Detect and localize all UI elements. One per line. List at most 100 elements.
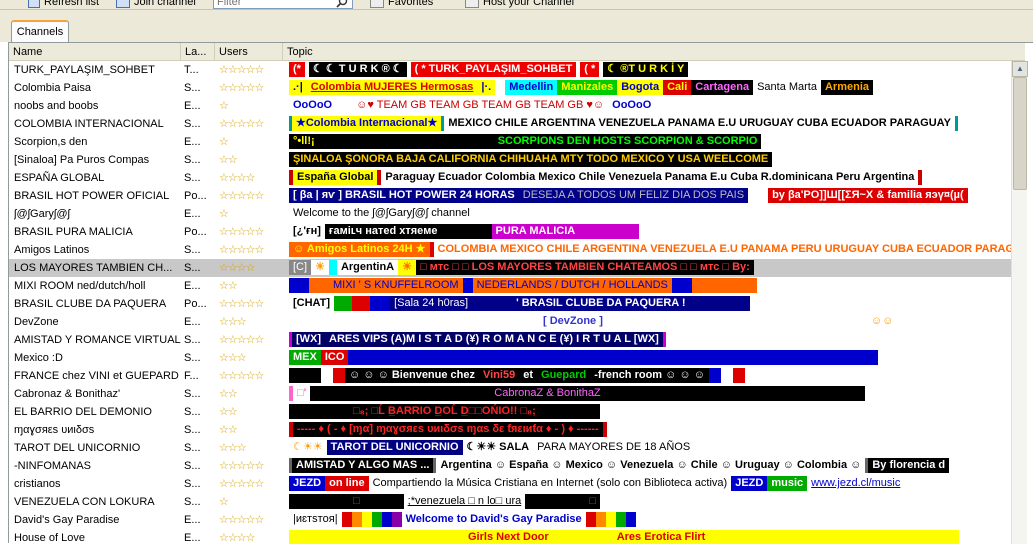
table-row[interactable]: LOS MAYORES TAMBIEN CH... S... ☆☆☆☆ [C] ☀ Arg… (9, 259, 1011, 277)
table-row[interactable]: noobs and boobs E... ☆ OoOoO ☺♥ TEAM GB TEAM… (9, 97, 1011, 115)
table-row[interactable]: Mexico :D S... ☆☆☆ MEX ICO (9, 349, 1011, 367)
filter-input[interactable] (213, 0, 353, 9)
channel-users-rating: ☆☆☆ (219, 316, 247, 328)
topic-segment: Bogota (617, 80, 664, 95)
topic-segment (954, 116, 958, 131)
channel-name: TAROT DEL UNICORNIO (14, 442, 141, 454)
table-row[interactable]: Amigos Latinos S... ☆☆☆☆☆ ☺ Amigos Latinos … (9, 241, 1011, 259)
topic-segment: Colombia MUJERES Hermosas (306, 80, 478, 95)
topic-segment: ☾☀☀ SALA (462, 440, 534, 455)
channel-name: Scorpion,s den (14, 136, 88, 148)
table-row[interactable]: Scorpion,s den E... ☆ °•ll!¡ SCORPIONS DEN H… (9, 133, 1011, 151)
topic-segment: PARA MAYORES DE 18 AÑOS (533, 440, 695, 455)
table-row[interactable]: [Sinaloa] Pa Puros Compas S... ☆☆ ŞINALOA Ş… (9, 151, 1011, 169)
table-row[interactable]: FRANCE chez VINI et GUEPARD F... ☆☆☆☆☆ ☺ ☺ … (9, 367, 1011, 385)
table-row[interactable]: MIXI ROOM ned/dutch/holl E... ☆☆ MIXI ' S K… (9, 277, 1011, 295)
channel-language: S... (184, 406, 201, 418)
topic-segment: ArgentinA (336, 260, 399, 275)
table-row[interactable]: Colombia Paisa S... ☆☆☆☆☆ .·| Colombia MUJER… (9, 79, 1011, 97)
column-header-name[interactable]: Name (9, 43, 181, 61)
tab-channels[interactable]: Channels (11, 20, 69, 42)
topic-segment (605, 512, 616, 527)
table-row[interactable]: David's Gay Paradise E... ☆☆☆☆☆ |ᴎɛтsтoᴙ| We… (9, 511, 1011, 529)
channel-name: [Sinaloa] Pa Puros Compas (14, 154, 150, 166)
topic-segment (289, 314, 539, 329)
table-row[interactable]: cristianos S... ☆☆☆☆☆ JEZD on line Compartien… (9, 475, 1011, 493)
topic-segment (361, 512, 372, 527)
scroll-up-arrow[interactable]: ▲ (1012, 61, 1028, 77)
join-channel-button[interactable]: Join channel (116, 0, 196, 9)
topic-segment: AMISTAD Y ALGO MAS ... (292, 458, 434, 473)
channel-topic: ŞINALOA ŞONORA BAJA CALIFORNIA CHIHUAHA … (289, 152, 1011, 168)
topic-segment: Medellin (505, 80, 558, 95)
channel-language: S... (184, 388, 201, 400)
topic-segment: MEXICO CHILE ARGENTINA VENEZUELA PANAMA … (444, 116, 955, 131)
channel-topic: □₈; □Ĺ B̲ARRIO D̲OĹ D̲□□OŃIO!! □₈; (289, 404, 1011, 420)
toolbar: Refresh list Join channel Favorites Host… (0, 0, 1033, 10)
table-row[interactable]: BRASIL PURA MALICIA Po... ☆☆☆☆☆ [¿'ғʜ] ғaмiʟ… (9, 223, 1011, 241)
favorites-icon (370, 0, 384, 8)
topic-segment: Ares Erotica Flirt (612, 530, 710, 544)
column-header-language[interactable]: La... (181, 43, 215, 61)
channel-name: -NINFOMANAS (14, 460, 91, 472)
topic-segment (615, 512, 626, 527)
channel-language: T... (184, 64, 199, 76)
tab-strip: Channels (0, 10, 1033, 42)
topic-segment: by βa'PO]]Ш[[ΣЯ~Χ & familia яэү¤(µ( (768, 188, 968, 203)
search-icon[interactable] (336, 0, 348, 8)
topic-segment: [ DevZone ] (539, 314, 607, 329)
table-row[interactable]: EL BARRIO DEL DEMONIO S... ☆☆ □₈; □Ĺ B̲ARRI… (9, 403, 1011, 421)
table-row[interactable]: DevZone E... ☆☆☆ [ DevZone ] ☺☺ (9, 313, 1011, 331)
topic-segment (495, 80, 506, 95)
topic-segment (689, 296, 750, 311)
table-row[interactable]: ʃ@ʃGaryʃ@ʃ E... ☆ Welcome to the ʃ@ʃGaryʃ@ʃ… (9, 205, 1011, 223)
scroll-thumb[interactable] (1013, 77, 1027, 190)
topic-segment (585, 512, 596, 527)
table-row[interactable]: TURK_PAYLAŞIM_SOHBET T... ☆☆☆☆☆ (* ☾ ☾ T U R… (9, 61, 1011, 79)
channel-language: E... (184, 280, 201, 292)
topic-segment (579, 224, 640, 239)
topic-segment (748, 188, 769, 203)
table-row[interactable]: BRASIL CLUBE DA PAQUERA Po... ☆☆☆☆☆ [CHAT][… (9, 295, 1011, 313)
topic-segment: OoOoO (608, 98, 656, 113)
topic-segment (363, 494, 404, 509)
table-row[interactable]: ɱαɣσяεѕ υиιδσѕ S... ☆☆ ----- ♦ ( - ♦ [ɱα] ɱ… (9, 421, 1011, 439)
column-header-topic[interactable]: Topic (283, 43, 1025, 61)
column-header-users[interactable]: Users (215, 43, 283, 61)
table-row[interactable]: TAROT DEL UNICORNIO S... ☆☆☆ ☾☀☀ TAROT DEL U… (9, 439, 1011, 457)
channel-users-rating: ☆ (219, 496, 229, 508)
channel-list[interactable]: TURK_PAYLAŞIM_SOHBET T... ☆☆☆☆☆ (* ☾ ☾ T U R… (9, 61, 1011, 544)
channel-name: EL BARRIO DEL DEMONIO (14, 406, 152, 418)
topic-segment: DESEJA A TODOS UM FELIZ DIA DOS PAIS (518, 188, 749, 203)
topic-segment (720, 368, 733, 383)
favorites-button[interactable]: Favorites (370, 0, 433, 9)
topic-segment: |ᴎɛтsтoᴙ| (289, 512, 342, 527)
topic-segment: [WX] (292, 332, 326, 347)
table-row[interactable]: Cabronaz & Bonithaz' S... ☆☆ □' CabronaZ & B… (9, 385, 1011, 403)
topic-segment: ☺♥ TEAM GB TEAM GB TEAM GB TEAM GB ♥☺ (352, 98, 609, 113)
channel-language: S... (184, 478, 201, 490)
table-row[interactable]: COLOMBIA INTERNACIONAL S... ☆☆☆☆☆ ★Colombia… (9, 115, 1011, 133)
host-channel-button[interactable]: Host your Channel (465, 0, 574, 9)
topic-segment (625, 512, 636, 527)
table-row[interactable]: BRASIL HOT POWER OFICIAL Po... ☆☆☆☆☆ [ βa |… (9, 187, 1011, 205)
table-row[interactable]: -NINFOMANAS S... ☆☆☆☆☆ AMISTAD Y ALGO MAS .… (9, 457, 1011, 475)
vertical-scrollbar[interactable]: ▲ (1011, 61, 1028, 544)
channel-name: MIXI ROOM ned/dutch/holl (14, 280, 146, 292)
topic-segment: ŞINALOA ŞONORA BAJA CALIFORNIA CHIHUAHA … (289, 152, 773, 167)
channel-language: S... (184, 352, 201, 364)
channel-topic: [WX] ARES VIPS (A)M I S T A D (¥) R O M … (289, 332, 1011, 348)
topic-segment: Compartiendo la Música Cristiana en Inte… (368, 476, 732, 491)
channel-topic: .·| Colombia MUJERES Hermosas |·. Medellin M… (289, 80, 1011, 96)
table-row[interactable]: House of Love E... ☆☆☆☆ Girls Next Door Ares… (9, 529, 1011, 544)
refresh-list-button[interactable]: Refresh list (28, 0, 99, 9)
table-row[interactable]: AMISTAD Y ROMANCE VIRTUAL S... ☆☆☆☆☆ [WX] A… (9, 331, 1011, 349)
channel-users-rating: ☆☆☆☆☆ (219, 370, 264, 382)
table-row[interactable]: VENEZUELA CON LOKURA S... ☆ □ ;*venezuela □ … (9, 493, 1011, 511)
refresh-icon (28, 0, 40, 8)
channel-users-rating: ☆☆☆☆☆ (219, 514, 264, 526)
channel-language: E... (184, 316, 201, 328)
favorites-label: Favorites (388, 0, 434, 8)
topic-segment: ;*venezuela □ n lo□ ura (403, 494, 526, 509)
table-row[interactable]: ESPAÑA GLOBAL S... ☆☆☆☆ España Global Paragu… (9, 169, 1011, 187)
